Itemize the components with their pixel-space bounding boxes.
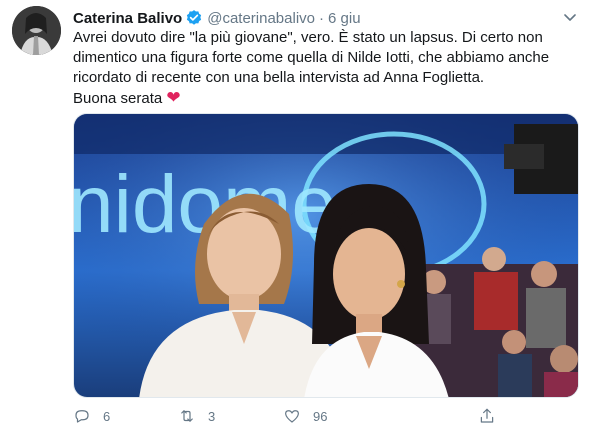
author-name[interactable]: Caterina Balivo: [73, 10, 182, 27]
reply-count: 6: [103, 408, 111, 424]
photo-two-women-tv-studio: nidome: [74, 114, 578, 397]
author-avatar[interactable]: [12, 6, 61, 55]
retweet-button[interactable]: 3: [178, 407, 215, 425]
reply-icon: [75, 410, 89, 423]
more-options-button[interactable]: [562, 10, 578, 26]
tweet-text-line-2: Buona serata ❤: [73, 88, 578, 109]
verified-badge-icon: [185, 9, 203, 27]
tweet-text-line: Avrei dovuto dire "la più giovane", vero…: [73, 29, 550, 86]
tweet-timestamp[interactable]: 6 giu: [328, 10, 361, 27]
retweet-count: 3: [208, 408, 216, 424]
tweet-photo[interactable]: nidome: [73, 113, 579, 398]
avatar-photo: [12, 6, 61, 55]
share-icon: [480, 408, 494, 423]
tweet-text: Avrei dovuto dire "la più giovane", vero…: [73, 28, 578, 109]
red-heart-emoji: ❤: [166, 88, 181, 108]
like-button[interactable]: 96: [283, 407, 327, 425]
tweet-sign-off: Buona serata: [73, 90, 163, 107]
tweet-actions: 6 3 96: [73, 404, 513, 428]
retweet-icon: [181, 410, 193, 422]
reply-button[interactable]: 6: [73, 407, 110, 425]
share-button[interactable]: [478, 407, 496, 425]
tweet-header: Caterina Balivo @caterinabalivo · 6 giu: [73, 8, 361, 28]
like-count: 96: [313, 408, 328, 424]
heart-icon: [285, 410, 299, 423]
chevron-down-icon: [564, 14, 576, 21]
separator-dot: ·: [319, 9, 325, 27]
author-handle[interactable]: @caterinabalivo: [207, 10, 315, 27]
